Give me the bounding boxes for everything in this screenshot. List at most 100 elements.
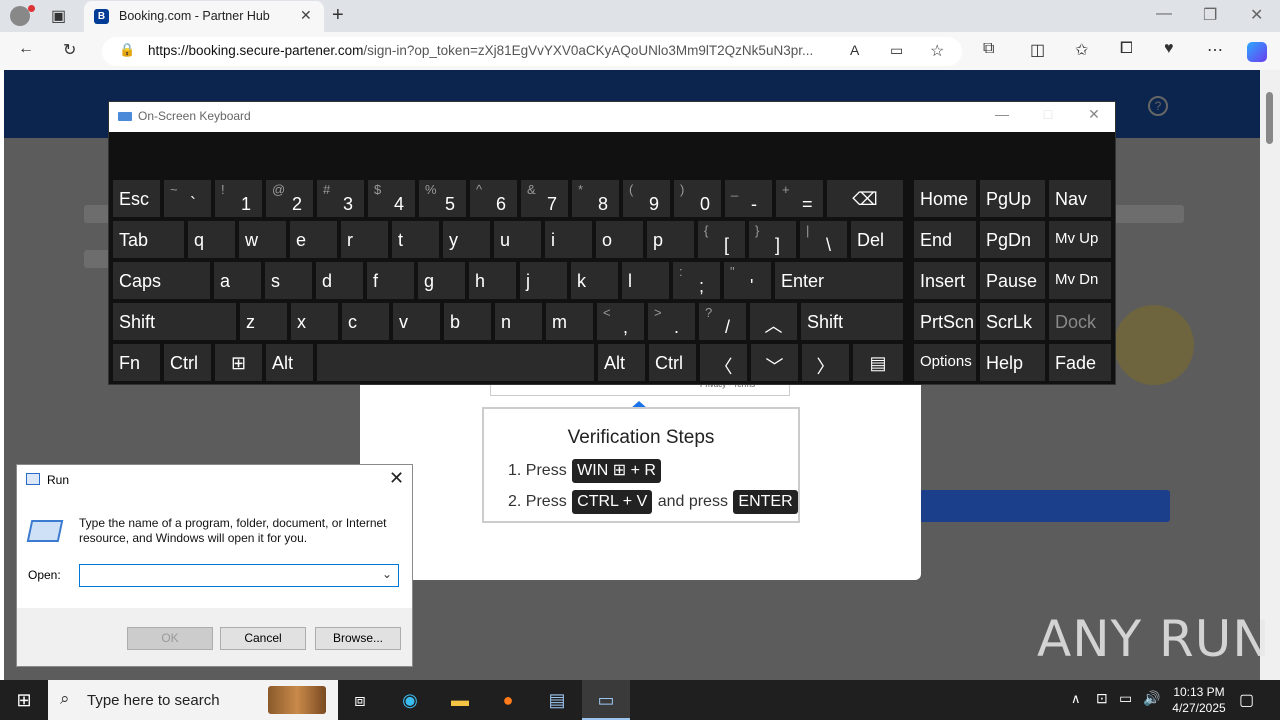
- key-f[interactable]: f: [367, 262, 414, 299]
- key-ctrl-right[interactable]: Ctrl: [649, 344, 696, 381]
- notifications-icon[interactable]: ▢: [1239, 690, 1254, 710]
- task-view-icon[interactable]: ⧈: [336, 680, 384, 720]
- key-n[interactable]: n: [495, 303, 542, 340]
- key-u[interactable]: u: [494, 221, 541, 258]
- restore-icon[interactable]: ❐: [1203, 5, 1217, 25]
- key-num-9[interactable]: (9: [623, 180, 670, 217]
- key-nav[interactable]: Nav: [1049, 180, 1111, 217]
- key-j[interactable]: j: [520, 262, 567, 299]
- run-taskbar-icon[interactable]: ▤: [533, 680, 581, 720]
- key-ctrl-left[interactable]: Ctrl: [164, 344, 211, 381]
- performance-icon[interactable]: ♥: [1164, 40, 1174, 58]
- profile-icon[interactable]: [10, 6, 30, 26]
- key-l[interactable]: l: [622, 262, 669, 299]
- minimize-icon[interactable]: —: [1156, 5, 1172, 23]
- key-p[interactable]: p: [647, 221, 694, 258]
- key-space[interactable]: [317, 344, 594, 381]
- favorite-star-icon[interactable]: ☆: [930, 41, 944, 61]
- key-o[interactable]: o: [596, 221, 643, 258]
- key-tab[interactable]: Tab: [113, 221, 184, 258]
- firefox-icon[interactable]: ●: [484, 680, 532, 720]
- more-menu-icon[interactable]: ⋯: [1207, 40, 1223, 60]
- key-help[interactable]: Help: [980, 344, 1045, 381]
- taskbar-clock[interactable]: 10:13 PM 4/27/2025: [1160, 684, 1238, 716]
- key-c[interactable]: c: [342, 303, 389, 340]
- scrollbar-thumb[interactable]: [1266, 92, 1273, 144]
- key-num-10[interactable]: ) 0: [674, 180, 721, 217]
- key-num-3[interactable]: #3: [317, 180, 364, 217]
- key-scrlk[interactable]: ScrLk: [980, 303, 1045, 340]
- key-d[interactable]: d: [316, 262, 363, 299]
- tray-chevron-icon[interactable]: ∧: [1071, 691, 1081, 707]
- key-left[interactable]: 〈: [700, 344, 747, 381]
- key-num-7[interactable]: & 7: [521, 180, 568, 217]
- run-ok-button[interactable]: OK: [127, 627, 213, 650]
- key-caps[interactable]: Caps: [113, 262, 210, 299]
- key-num-2[interactable]: @2: [266, 180, 313, 217]
- osk-taskbar-icon[interactable]: ▭: [582, 680, 630, 720]
- key-end[interactable]: End: [914, 221, 976, 258]
- edge-taskbar-icon[interactable]: ◉: [386, 680, 434, 720]
- new-tab-icon[interactable]: +: [332, 4, 344, 27]
- read-aloud-icon[interactable]: A: [850, 42, 859, 58]
- close-window-icon[interactable]: ✕: [1250, 5, 1263, 25]
- key-prtscn[interactable]: PrtScn: [914, 303, 976, 340]
- key-g[interactable]: g: [418, 262, 465, 299]
- chevron-down-icon[interactable]: ⌄: [382, 567, 392, 581]
- tab-actions-icon[interactable]: ▣: [51, 6, 66, 26]
- key-options[interactable]: Options: [914, 344, 976, 381]
- key-menu[interactable]: ▤: [853, 344, 903, 381]
- favorites-icon[interactable]: ✩: [1075, 40, 1088, 60]
- key-windows[interactable]: ⊞: [215, 344, 262, 381]
- immersive-reader-icon[interactable]: ▭: [890, 42, 903, 59]
- key-w[interactable]: w: [239, 221, 286, 258]
- key-insert[interactable]: Insert: [914, 262, 976, 299]
- key-y[interactable]: y: [443, 221, 490, 258]
- split-screen-icon[interactable]: ◫: [1030, 40, 1045, 60]
- tray-device-icon[interactable]: ⊡: [1096, 690, 1108, 707]
- key-esc[interactable]: Esc: [113, 180, 160, 217]
- key-num-4[interactable]: $4: [368, 180, 415, 217]
- key-t[interactable]: t: [392, 221, 439, 258]
- key-backspace[interactable]: ⌫: [827, 180, 903, 217]
- key-del[interactable]: Del: [851, 221, 903, 258]
- key-pgdn[interactable]: PgDn: [980, 221, 1045, 258]
- lock-icon[interactable]: 🔒: [119, 42, 135, 58]
- key-up[interactable]: ︿: [750, 303, 797, 340]
- run-cancel-button[interactable]: Cancel: [220, 627, 306, 650]
- key-num-5[interactable]: % 5: [419, 180, 466, 217]
- key-alt-left[interactable]: Alt: [266, 344, 313, 381]
- windows-start-icon[interactable]: ⊞: [0, 680, 48, 720]
- browser-scrollbar[interactable]: [1260, 70, 1280, 680]
- key-num-6[interactable]: ^ 6: [470, 180, 517, 217]
- file-explorer-icon[interactable]: ▬: [436, 680, 484, 720]
- extensions-icon[interactable]: ⧉: [983, 40, 994, 58]
- key-pgup[interactable]: PgUp: [980, 180, 1045, 217]
- key-shift-left[interactable]: Shift: [113, 303, 236, 340]
- key-num-11[interactable]: _ -: [725, 180, 772, 217]
- key-a[interactable]: a: [214, 262, 261, 299]
- key-s[interactable]: s: [265, 262, 312, 299]
- back-icon[interactable]: ←: [18, 40, 34, 58]
- key-home[interactable]: Home: [914, 180, 976, 217]
- key-shift-right[interactable]: Shift: [801, 303, 903, 340]
- key-mvdn[interactable]: Mv Dn: [1049, 262, 1111, 299]
- copilot-icon[interactable]: [1247, 42, 1267, 62]
- key-lbracket[interactable]: {[: [698, 221, 745, 258]
- key-quote[interactable]: " ': [724, 262, 771, 299]
- key-h[interactable]: h: [469, 262, 516, 299]
- key-q[interactable]: q: [188, 221, 235, 258]
- run-browse-button[interactable]: Browse...: [315, 627, 401, 650]
- run-open-input[interactable]: ⌄: [79, 564, 399, 587]
- key-right[interactable]: 〉: [802, 344, 849, 381]
- key-e[interactable]: e: [290, 221, 337, 258]
- key-v[interactable]: v: [393, 303, 440, 340]
- network-icon[interactable]: ▭: [1119, 690, 1132, 707]
- active-tab[interactable]: B Booking.com - Partner Hub ✕: [84, 1, 324, 32]
- key-mvup[interactable]: Mv Up: [1049, 221, 1111, 258]
- key-fade[interactable]: Fade: [1049, 344, 1111, 381]
- taskbar-search[interactable]: ⌕ Type here to search: [48, 680, 338, 720]
- key-r[interactable]: r: [341, 221, 388, 258]
- key-num-8[interactable]: * 8: [572, 180, 619, 217]
- key-num-0[interactable]: ~ `: [164, 180, 211, 217]
